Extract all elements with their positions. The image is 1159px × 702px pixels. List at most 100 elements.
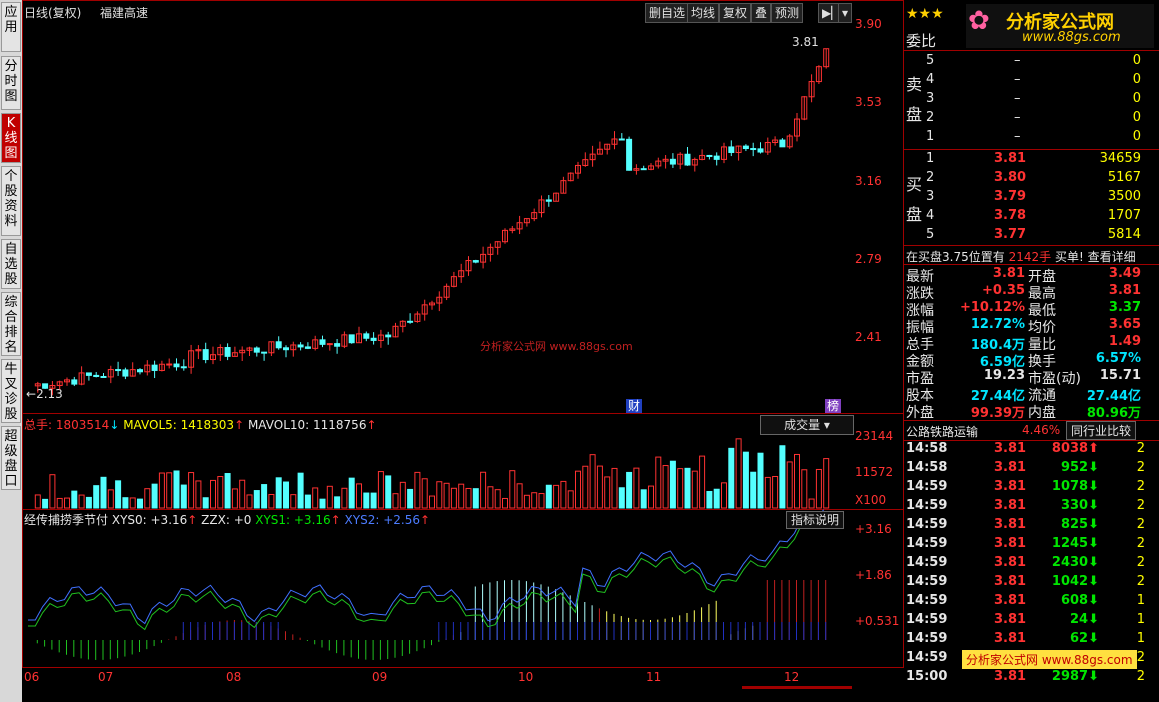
buy-level-row[interactable]: 5 3.77 5814 (904, 227, 1159, 246)
sell-level-row[interactable]: 3 – 0 (904, 91, 1159, 110)
quote-value: +10.12% (959, 300, 1025, 315)
tick-volume: 1042⬇ (1051, 574, 1099, 589)
tick-price: 3.81 (994, 536, 1027, 551)
level-volume: 5167 (1107, 170, 1141, 185)
date-tick: 12 (784, 670, 800, 684)
tick-price: 3.81 (994, 441, 1027, 456)
level-number: 1 (926, 129, 935, 144)
industry-compare-button[interactable]: 同行业比较 (1066, 421, 1137, 440)
up-arrow-icon: ↑ (234, 418, 245, 432)
tick-time: 14:59 (906, 555, 948, 570)
indicator-help-button[interactable]: 指标说明 (786, 511, 845, 529)
quote-value: 3.81 (1108, 283, 1141, 298)
volume-unit: X100 (855, 493, 887, 507)
up-arrow-icon: ↑ (330, 513, 341, 527)
sell-level-row[interactable]: 5 – 0 (904, 53, 1159, 72)
tick-price: 3.81 (994, 593, 1027, 608)
sell-level-row[interactable]: 1 – 0 (904, 129, 1159, 148)
down-arrow-icon: ⬇ (1088, 536, 1099, 551)
tick-row: 14:59 3.81 2430⬇ 2 (904, 555, 1159, 574)
level-number: 5 (926, 53, 935, 68)
tick-time: 14:59 (906, 612, 948, 627)
tick-count: 2 (1136, 479, 1145, 494)
indicator-tick: +1.86 (855, 568, 892, 582)
divider (904, 245, 1159, 246)
tab-super-panel[interactable]: 超级盘口 (1, 426, 21, 490)
up-arrow-icon: ↑ (366, 418, 377, 432)
down-arrow-icon: ⬇ (1088, 593, 1099, 608)
view-detail-link[interactable]: 查看详细 (1088, 250, 1136, 264)
tab-app[interactable]: 应用 (1, 2, 21, 52)
tick-count: 2 (1136, 536, 1145, 551)
tick-time: 14:59 (906, 631, 948, 646)
quote-value: 12.72% (970, 317, 1025, 332)
tick-price: 3.81 (994, 631, 1027, 646)
horizontal-scrollbar[interactable] (742, 686, 852, 689)
tick-count: 1 (1136, 593, 1145, 608)
level-price: – (1014, 91, 1021, 106)
tick-count: 2 (1136, 555, 1145, 570)
level-volume: 3500 (1107, 189, 1141, 204)
level-volume: 0 (1132, 129, 1141, 144)
tab-label: 应用 (4, 5, 18, 35)
tab-kline[interactable]: K线图 (1, 113, 21, 163)
tick-row: 14:59 3.81 1078⬇ 2 (904, 479, 1159, 498)
tab-ranking[interactable]: 综合排名 (1, 292, 21, 356)
level-volume: 0 (1132, 53, 1141, 68)
sell-level-row[interactable]: 4 – 0 (904, 72, 1159, 91)
level-number: 4 (926, 208, 935, 223)
notice-qty: 2142手 (1008, 250, 1052, 264)
buy-level-row[interactable]: 4 3.78 1707 (904, 208, 1159, 227)
quote-value: 3.81 (992, 266, 1025, 281)
down-arrow-icon: ⬇ (1088, 517, 1099, 532)
sector-change: 4.46% (1022, 423, 1061, 437)
tab-timeshare[interactable]: 分时图 (1, 56, 21, 110)
level-price: – (1014, 110, 1021, 125)
tick-count: 2 (1136, 441, 1145, 456)
quote-value: 1.49 (1108, 334, 1141, 349)
buy-level-row[interactable]: 1 3.81 34659 (904, 151, 1159, 170)
indicator-tick: +0.531 (855, 614, 900, 628)
level-price: – (1014, 53, 1021, 68)
tab-stock-info[interactable]: 个股资料 (1, 166, 21, 236)
tick-time: 14:58 (906, 441, 948, 456)
tick-count: 1 (1136, 612, 1145, 627)
down-arrow-icon: ↓ (109, 418, 120, 432)
tick-volume: 952⬇ (1060, 460, 1099, 475)
tick-time: 14:59 (906, 479, 948, 494)
divider (904, 50, 1159, 51)
tab-label: 牛叉诊股 (4, 362, 18, 422)
tick-row: 14:59 3.81 825⬇ 2 (904, 517, 1159, 536)
down-arrow-icon: ⬇ (1088, 498, 1099, 513)
rating-stars: ★★★ (906, 6, 944, 22)
divider (904, 264, 1159, 265)
buy-level-row[interactable]: 2 3.80 5167 (904, 170, 1159, 189)
tick-volume: 1078⬇ (1051, 479, 1099, 494)
level-number: 3 (926, 189, 935, 204)
tab-watchlist[interactable]: 自选股 (1, 239, 21, 289)
buy-level-row[interactable]: 3 3.79 3500 (904, 189, 1159, 208)
level-volume: 34659 (1099, 151, 1141, 166)
quote-panel: ★★★ ✿ 分析家公式网 www.88gs.com 委比 卖盘 5–0 4–0 3–… (904, 0, 1159, 702)
mavol5-label: MAVOL5: 1418303 (123, 418, 235, 432)
tick-price: 3.81 (994, 498, 1027, 513)
down-arrow-icon: ⬇ (1088, 612, 1099, 627)
quote-value: +0.35 (982, 283, 1025, 298)
tick-time: 14:59 (906, 498, 948, 513)
tick-time: 14:58 (906, 460, 948, 475)
date-tick: 06 (24, 670, 40, 684)
date-tick: 10 (518, 670, 534, 684)
level-volume: 5814 (1107, 227, 1141, 242)
chart-canvas (27, 48, 830, 660)
sector-name[interactable]: 公路铁路运输 (906, 423, 978, 440)
tick-row: 14:59 3.81 608⬇ 1 (904, 593, 1159, 612)
tick-volume: 608⬇ (1060, 593, 1099, 608)
level-number: 3 (926, 91, 935, 106)
up-arrow-icon: ⬆ (1088, 441, 1099, 456)
tick-row: 14:58 3.81 8038⬆ 2 (904, 441, 1159, 460)
indicator-select[interactable]: 成交量 ▾ (760, 415, 854, 435)
sell-level-row[interactable]: 2 – 0 (904, 110, 1159, 129)
tick-price: 3.81 (994, 555, 1027, 570)
quote-label: 外盘 (906, 405, 934, 421)
tab-diagnosis[interactable]: 牛叉诊股 (1, 359, 21, 423)
